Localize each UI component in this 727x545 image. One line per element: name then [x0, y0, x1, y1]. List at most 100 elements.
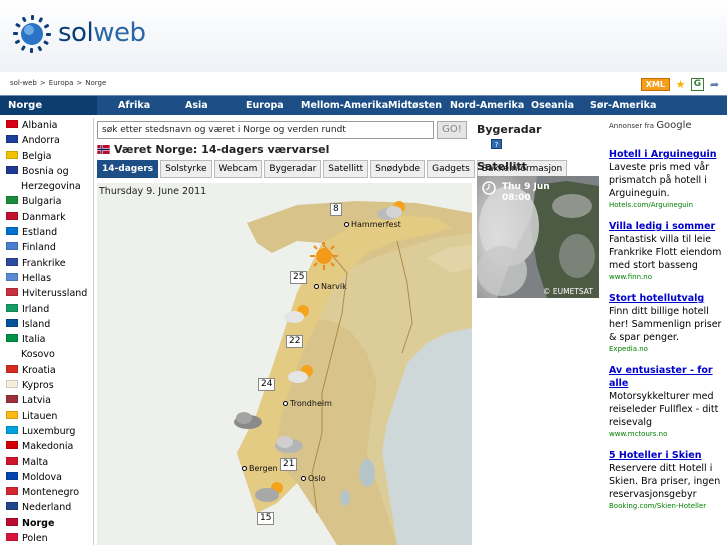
ad-url[interactable]: Expedia.no — [609, 344, 723, 354]
tab-satellitt[interactable]: Satellitt — [323, 160, 369, 178]
sidebar-item-country[interactable]: Makedonia — [0, 439, 93, 454]
sidebar-item-country[interactable]: Finland — [0, 240, 93, 255]
sidebar-item-label: Kroatia — [22, 364, 56, 376]
nav-item-asia[interactable]: Asia — [185, 96, 208, 115]
country-sidebar: Albania Andorra Belgia Bosnia og Herzegovina… — [0, 118, 94, 545]
header: solweb — [0, 0, 727, 72]
sidebar-item-country[interactable]: Bulgaria — [0, 194, 93, 209]
sidebar-item-country[interactable]: Moldova — [0, 470, 93, 485]
ad-title[interactable]: Hotell i Arguineguin — [609, 148, 723, 161]
nav-item-europa[interactable]: Europa — [246, 96, 284, 115]
nav-item-afrika[interactable]: Afrika — [118, 96, 150, 115]
sidebar-item-country[interactable]: Danmark — [0, 210, 93, 225]
city-trondheim[interactable]: Trondheim — [283, 399, 332, 408]
ad-url[interactable]: www.finn.no — [609, 272, 723, 282]
city-oslo[interactable]: Oslo — [301, 474, 326, 483]
sidebar-item-country[interactable]: Norge — [0, 516, 93, 531]
sidebar-item-label: Norge — [22, 517, 55, 529]
radar-title[interactable]: Bygeradar — [477, 123, 541, 136]
sidebar-item-country[interactable]: Herzegovina — [0, 179, 93, 194]
sidebar-item-country[interactable]: Hellas — [0, 271, 93, 286]
country-flag-icon — [6, 120, 18, 128]
sidebar-item-country[interactable]: Latvia — [0, 393, 93, 408]
google-ads: Annonser fra Google Hotell i Arguineguin… — [609, 120, 723, 545]
sidebar-item-country[interactable]: Polen — [0, 531, 93, 545]
sidebar-item-country[interactable]: Albania — [0, 118, 93, 133]
help-icon[interactable]: ? — [491, 139, 502, 149]
ad-item[interactable]: Stort hotellutvalg Finn ditt billige hot… — [609, 292, 723, 354]
sidebar-item-label: Montenegro — [22, 487, 80, 499]
breadcrumb-link-solweb[interactable]: sol-web — [10, 79, 37, 87]
tab-solstyrke[interactable]: Solstyrke — [160, 160, 212, 178]
sidebar-item-country[interactable]: Montenegro — [0, 485, 93, 500]
sidebar-item-country[interactable]: Irland — [0, 302, 93, 317]
sidebar-item-country[interactable]: Nederland — [0, 500, 93, 515]
sidebar-item-label: Albania — [22, 120, 58, 131]
temperature-label: 21 — [280, 458, 298, 471]
xml-feed-button[interactable]: XML — [640, 77, 670, 91]
sidebar-item-country[interactable]: Litauen — [0, 409, 93, 424]
region-nav: Norge Afrika Asia Europa Mellom-Amerika … — [0, 95, 727, 115]
satellite-image[interactable]: Thu 9 Jun 08:00 © EUMETSAT — [477, 176, 599, 298]
ad-url[interactable]: www.mctours.no — [609, 429, 723, 439]
ad-item[interactable]: 5 Hoteller i Skien Reservere ditt Hotell… — [609, 449, 723, 511]
ads-label[interactable]: Annonser fra Google — [609, 120, 723, 138]
nav-item-nord-amerika[interactable]: Nord-Amerika — [450, 96, 524, 115]
country-flag-icon — [6, 288, 18, 297]
google-add-icon[interactable]: G — [691, 77, 704, 91]
sidebar-item-country[interactable]: Hviterussland — [0, 286, 93, 301]
partly-cloudy-icon — [288, 365, 313, 383]
tab-gadgets[interactable]: Gadgets — [427, 160, 475, 178]
city-hammerfest[interactable]: Hammerfest — [344, 220, 401, 229]
search-button[interactable]: GO! — [437, 121, 467, 139]
sidebar-item-label: Irland — [22, 303, 50, 315]
city-bergen[interactable]: Bergen — [242, 464, 278, 473]
satellite-title[interactable]: Satellitt — [477, 160, 527, 173]
country-flag-icon — [6, 334, 18, 343]
ad-item[interactable]: Av entusiaster - for alle Motorsykkeltur… — [609, 364, 723, 439]
country-flag-icon — [6, 242, 18, 251]
nav-item-midtosten[interactable]: Midtøsten — [388, 96, 442, 115]
star-icon[interactable]: ★ — [674, 78, 687, 91]
tab-bygeradar[interactable]: Bygeradar — [264, 160, 322, 178]
sidebar-item-country[interactable]: Kroatia — [0, 363, 93, 378]
tab-webcam[interactable]: Webcam — [213, 160, 263, 178]
tab-snodybde[interactable]: Snødybde — [370, 160, 426, 178]
sidebar-item-country[interactable]: Luxemburg — [0, 424, 93, 439]
sidebar-item-country[interactable]: Italia — [0, 332, 93, 347]
search-input[interactable]: søk etter stedsnavn og været i Norge og … — [97, 121, 434, 139]
sidebar-item-label: Belgia — [22, 150, 52, 162]
ad-title[interactable]: Villa ledig i sommer — [609, 220, 723, 233]
solweb-logo[interactable]: solweb — [12, 14, 162, 56]
breadcrumb-link-europa[interactable]: Europa — [49, 79, 74, 87]
ad-body: Motorsykkelturer med reiseleder Fullflex… — [609, 391, 719, 428]
sidebar-item-country[interactable]: Kypros — [0, 378, 93, 393]
tab-14-dagers[interactable]: 14-dagers — [97, 160, 159, 178]
nav-item-oseania[interactable]: Oseania — [531, 96, 574, 115]
sidebar-item-country[interactable]: Malta — [0, 455, 93, 470]
weather-map[interactable]: Thursday 9. June 2011 8 25 22 24 21 15 H… — [97, 183, 472, 545]
country-flag-icon — [6, 487, 18, 496]
sidebar-item-country[interactable]: Island — [0, 317, 93, 332]
ad-url[interactable]: Booking.com/Skien-Hoteller — [609, 501, 723, 511]
ad-title[interactable]: 5 Hoteller i Skien — [609, 449, 723, 462]
nav-item-mellom-amerika[interactable]: Mellom-Amerika — [301, 96, 388, 115]
breadcrumb: sol-web > Europa > Norge — [10, 79, 109, 87]
ad-item[interactable]: Villa ledig i sommer Fantastisk villa ti… — [609, 220, 723, 282]
nav-item-sor-amerika[interactable]: Sør-Amerika — [590, 96, 656, 115]
nav-current-country[interactable]: Norge — [0, 96, 97, 115]
sidebar-item-label: Bulgaria — [22, 196, 62, 208]
sidebar-item-country[interactable]: Belgia — [0, 149, 93, 164]
sidebar-item-country[interactable]: Kosovo — [0, 347, 93, 362]
ad-title[interactable]: Stort hotellutvalg — [609, 292, 723, 305]
sidebar-item-country[interactable]: Estland — [0, 225, 93, 240]
sidebar-item-country[interactable]: Bosnia og — [0, 164, 93, 179]
ad-url[interactable]: Hotels.com/Arguineguin — [609, 200, 723, 210]
sidebar-item-country[interactable]: Frankrike — [0, 256, 93, 271]
share-icon[interactable]: ➦ — [708, 78, 721, 91]
city-narvik[interactable]: Narvik — [314, 282, 347, 291]
ad-title[interactable]: Av entusiaster - for alle — [609, 364, 723, 390]
ad-item[interactable]: Hotell i Arguineguin Laveste pris med vå… — [609, 148, 723, 210]
sidebar-item-country[interactable]: Andorra — [0, 133, 93, 148]
page-title: Været Norge: 14-dagers værvarsel — [97, 143, 329, 156]
